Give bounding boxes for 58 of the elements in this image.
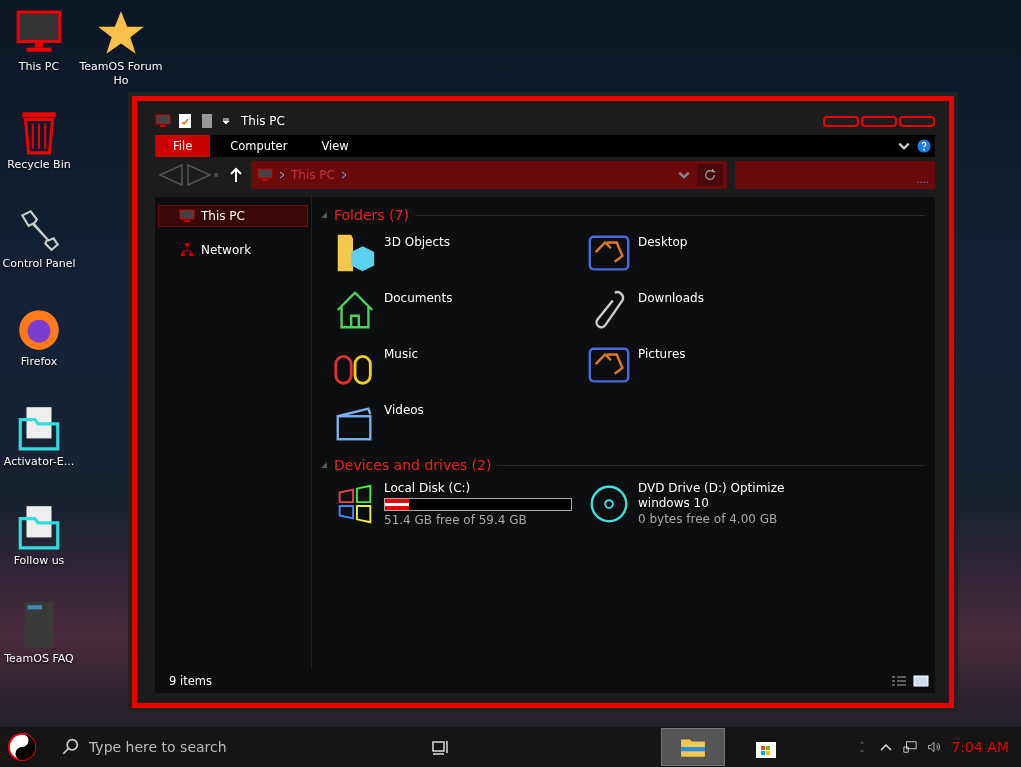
yin-yang-icon[interactable] [7, 732, 37, 762]
chevron-right-icon[interactable] [340, 171, 347, 179]
up-arrow-icon[interactable] [229, 167, 243, 183]
desktop-icon-label[interactable]: Firefox [0, 355, 81, 369]
nav-item[interactable]: Network [158, 239, 308, 261]
clock[interactable]: 7:04 AM [951, 739, 1009, 755]
free-space-text: 0 bytes free of 4.00 GB [638, 512, 779, 527]
volume-icon[interactable] [927, 739, 942, 755]
group-heading: Devices and drives (2) [334, 457, 492, 473]
chevron-right-icon[interactable] [279, 171, 285, 179]
monitor-icon [257, 167, 273, 183]
task-view-icon[interactable] [431, 739, 451, 755]
search-field[interactable]: .... [735, 161, 935, 189]
group-heading: Folders (7) [334, 207, 409, 223]
window-title: This PC [241, 114, 285, 128]
dropdown-icon[interactable] [221, 116, 231, 126]
minimize-button[interactable] [823, 115, 859, 127]
ribbon-tab[interactable]: File [155, 135, 211, 157]
desktop-icon-label[interactable]: Follow us [0, 554, 81, 568]
network-icon[interactable] [903, 739, 918, 755]
monitor-icon[interactable] [155, 113, 171, 129]
ribbon-tab[interactable]: Computer [216, 135, 302, 157]
folder-icon [680, 736, 706, 758]
refresh-icon[interactable] [703, 168, 717, 182]
folder-name[interactable]: Music [384, 347, 419, 361]
free-space-text: 51.4 GB free of 59.4 GB [384, 513, 528, 528]
desktop-icon-label[interactable]: TeamOS Forum Ho [79, 60, 163, 88]
folder-name[interactable]: Downloads [638, 291, 704, 305]
folder-name[interactable]: Pictures [638, 347, 686, 361]
item-count: 9 items [169, 674, 212, 688]
large-icons-view-icon[interactable] [913, 675, 929, 687]
file-explorer-taskbar-button[interactable] [661, 728, 725, 766]
folder-name[interactable]: 3D Objects [384, 235, 451, 249]
monitor-icon [179, 208, 195, 224]
folder-name[interactable]: Documents [384, 291, 453, 305]
close-button[interactable] [899, 115, 935, 127]
folder-name[interactable]: Desktop [638, 235, 688, 249]
collapse-icon[interactable] [320, 461, 328, 469]
details-view-icon[interactable] [891, 675, 907, 687]
refresh-button[interactable] [697, 164, 723, 186]
ribbon-tab[interactable]: View [307, 135, 363, 157]
search-icon[interactable] [61, 738, 79, 756]
taskbar-search-field[interactable]: Type here to search [87, 738, 371, 756]
maximize-button[interactable] [861, 115, 897, 127]
network-icon [179, 242, 195, 258]
drive-name[interactable]: Local Disk (C:) [384, 481, 584, 496]
desktop-icon-label[interactable]: Activator-E... [0, 455, 81, 469]
collapse-icon[interactable] [320, 211, 328, 219]
nav-item[interactable]: This PC [158, 205, 308, 227]
page-icon[interactable] [199, 113, 215, 129]
desktop-icon-label[interactable]: Control Panel [0, 257, 81, 271]
folder-name[interactable]: Videos [384, 403, 424, 417]
help-icon[interactable] [917, 139, 931, 153]
desktop-icon-label[interactable]: This PC [0, 60, 81, 74]
desktop-icon-label[interactable]: Recycle Bin [0, 158, 81, 172]
desktop-icon-label[interactable]: TeamOS FAQ [0, 652, 81, 666]
drive-name[interactable]: DVD Drive (D:) Optimize windows 10 [638, 481, 838, 511]
checklist-icon[interactable] [177, 113, 193, 129]
